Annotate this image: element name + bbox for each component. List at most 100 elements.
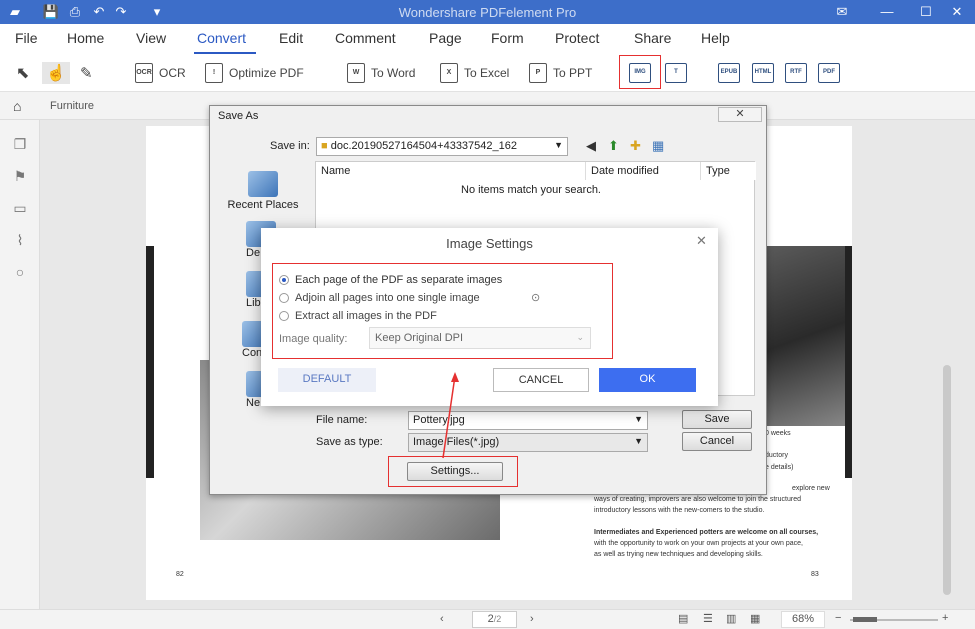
zoom-in-icon[interactable]: + xyxy=(942,612,948,624)
close-icon[interactable]: ✕ xyxy=(948,3,966,21)
save-type-select[interactable]: Image Files(*.jpg) ▼ xyxy=(408,433,648,452)
to-epub-icon[interactable]: EPUB xyxy=(718,63,740,83)
comment-icon[interactable]: ▭ xyxy=(12,200,28,216)
select-icon[interactable]: ⬉ xyxy=(16,62,29,84)
file-name-input[interactable]: Pottery.jpg ▼ xyxy=(408,411,648,430)
cancel-button[interactable]: Cancel xyxy=(682,432,752,451)
menu-help[interactable]: Help xyxy=(701,30,730,46)
save-in-value: doc.20190527164504+43337542_162 xyxy=(330,140,517,152)
to-word-label: To Word xyxy=(371,66,416,80)
menu-home[interactable]: Home xyxy=(67,30,104,46)
place-recent-label: Recent Places xyxy=(227,199,299,211)
left-sidebar: ❐ ⚑ ▭ ⌇ ○ xyxy=(0,120,40,629)
chevron-down-icon: ▼ xyxy=(554,140,563,150)
page-text-5: with the opportunity to work on your own… xyxy=(594,540,803,547)
to-html-icon[interactable]: HTML xyxy=(752,63,774,83)
menu-share[interactable]: Share xyxy=(634,30,671,46)
save-button[interactable]: Save xyxy=(682,410,752,429)
save-in-select[interactable]: ■ doc.20190527164504+43337542_162 ▼ xyxy=(316,137,568,156)
tab-furniture[interactable]: Furniture xyxy=(50,100,94,112)
ocr-label: OCR xyxy=(159,66,186,80)
place-recent[interactable]: Recent Places xyxy=(218,171,308,211)
thumbnail-view-icon[interactable]: ▦ xyxy=(750,612,760,625)
save-as-title: Save As xyxy=(218,110,259,122)
close-icon[interactable]: ✕ xyxy=(696,233,707,249)
page-text-2: ways of creating, improvers are also wel… xyxy=(594,496,801,503)
first-page-icon[interactable]: ‹ xyxy=(440,613,444,625)
pages-icon[interactable]: ❐ xyxy=(12,136,28,152)
minimize-icon[interactable]: — xyxy=(878,3,896,21)
home-icon[interactable]: ⌂ xyxy=(13,98,21,114)
image-settings-cancel-button[interactable]: CANCEL xyxy=(493,368,589,392)
menu-comment[interactable]: Comment xyxy=(335,30,396,46)
to-rtf-icon[interactable]: RTF xyxy=(785,63,807,83)
bookmark-icon[interactable]: ⚑ xyxy=(12,168,28,184)
zoom-slider-handle[interactable] xyxy=(853,617,877,622)
menu-page[interactable]: Page xyxy=(429,30,462,46)
title-bar: ▰ 💾 ⎙ ↶ ↷ ▾ Wondershare PDFelement Pro ✉… xyxy=(0,0,975,24)
single-page-view-icon[interactable]: ▤ xyxy=(678,612,688,625)
pottery-photo-right xyxy=(765,246,850,426)
continuous-view-icon[interactable]: ☰ xyxy=(703,612,713,625)
hand-icon[interactable]: ☝ xyxy=(42,62,70,84)
to-ppt-button[interactable]: P To PPT xyxy=(529,62,592,84)
status-bar: ‹ 2/2 › ▤ ☰ ▥ ▦ 68% − + xyxy=(0,609,975,629)
view-menu-icon[interactable]: ▦ xyxy=(652,138,664,154)
column-name[interactable]: Name xyxy=(316,162,586,180)
menu-view[interactable]: View xyxy=(136,30,166,46)
to-word-button[interactable]: W To Word xyxy=(347,62,415,84)
two-page-view-icon[interactable]: ▥ xyxy=(726,612,736,625)
options-highlight xyxy=(272,263,613,359)
optimize-icon: ! xyxy=(205,63,223,83)
default-button[interactable]: DEFAULT xyxy=(278,368,376,392)
chevron-down-icon: ▼ xyxy=(634,436,643,446)
page-input[interactable]: 2/2 xyxy=(472,611,517,628)
save-as-close-button[interactable]: ✕ xyxy=(718,107,762,122)
page-text-details: e details) xyxy=(765,464,794,471)
menu-convert[interactable]: Convert xyxy=(197,30,246,46)
page-text-3: introductory lessons with the new-comers… xyxy=(594,507,765,514)
ocr-button[interactable]: OCR OCR xyxy=(135,62,186,84)
to-text-icon[interactable]: T xyxy=(665,63,687,83)
up-folder-icon[interactable]: ⬆ xyxy=(608,138,619,154)
image-settings-title: Image Settings xyxy=(446,236,533,251)
attachment-icon[interactable]: ⌇ xyxy=(12,232,28,248)
column-type[interactable]: Type xyxy=(701,162,756,180)
edit-icon[interactable]: ✎ xyxy=(80,62,93,84)
menu-edit[interactable]: Edit xyxy=(279,30,303,46)
zoom-out-icon[interactable]: − xyxy=(835,612,841,624)
menu-bar: File Home View Convert Edit Comment Page… xyxy=(0,24,975,54)
new-folder-icon[interactable]: ✚ xyxy=(630,138,641,154)
file-name-label: File name: xyxy=(316,414,368,426)
search-icon[interactable]: ○ xyxy=(12,264,28,280)
vertical-scrollbar[interactable] xyxy=(943,365,951,595)
to-excel-button[interactable]: X To Excel xyxy=(440,62,509,84)
to-excel-label: To Excel xyxy=(464,66,510,80)
page-number-left: 82 xyxy=(176,571,184,578)
menu-file[interactable]: File xyxy=(15,30,38,46)
column-date-modified[interactable]: Date modified xyxy=(586,162,701,180)
back-icon[interactable]: ◀ xyxy=(586,138,596,154)
place-computer-label: Con xyxy=(242,347,263,359)
page-number-right: 83 xyxy=(811,571,819,578)
page-right-band xyxy=(845,246,852,478)
mail-icon[interactable]: ✉ xyxy=(833,3,851,21)
next-page-icon[interactable]: › xyxy=(530,613,534,625)
maximize-icon[interactable]: ☐ xyxy=(917,3,935,21)
settings-highlight xyxy=(388,456,518,487)
zoom-value[interactable]: 68% xyxy=(781,611,825,628)
menu-form[interactable]: Form xyxy=(491,30,524,46)
place-desktop-label: De xyxy=(246,247,261,259)
empty-message: No items match your search. xyxy=(461,184,601,196)
file-name-value: Pottery.jpg xyxy=(413,414,465,426)
to-pdfa-icon[interactable]: PDF xyxy=(818,63,840,83)
chevron-down-icon: ▼ xyxy=(634,414,643,424)
optimize-pdf-button[interactable]: ! Optimize PDF xyxy=(205,62,304,84)
menu-protect[interactable]: Protect xyxy=(555,30,599,46)
word-icon: W xyxy=(347,63,365,83)
ok-button[interactable]: OK xyxy=(599,368,696,392)
ocr-icon: OCR xyxy=(135,63,153,83)
excel-icon: X xyxy=(440,63,458,83)
page-total: /2 xyxy=(493,614,502,624)
page-text-ductory: ductory xyxy=(765,452,788,459)
